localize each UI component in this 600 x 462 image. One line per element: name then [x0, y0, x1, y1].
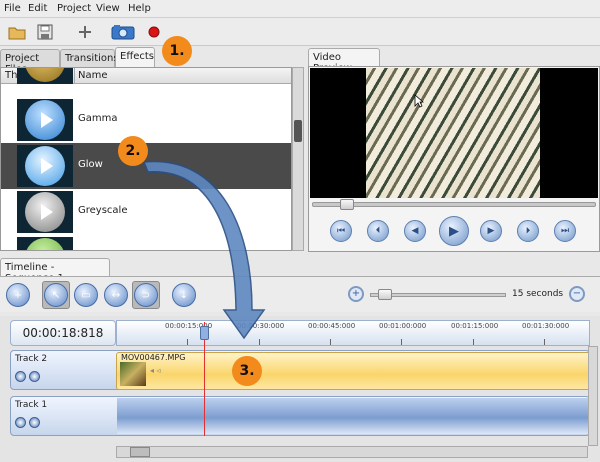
track-name: Track 1: [15, 400, 48, 410]
play-button[interactable]: ▶: [439, 216, 469, 246]
list-item[interactable]: [1, 68, 291, 86]
menu-view[interactable]: View: [96, 3, 120, 14]
timeline-horizontal-scrollbar[interactable]: [116, 446, 588, 458]
main-toolbar: [0, 18, 600, 46]
play-orb-icon: [25, 146, 65, 186]
prev-marker-button[interactable]: ⏴: [367, 220, 389, 242]
play-orb-icon: [25, 100, 65, 140]
tab-project-files[interactable]: Project Files: [0, 49, 60, 75]
rewind-button[interactable]: ◀: [404, 220, 426, 242]
timeline-vertical-scrollbar[interactable]: [588, 346, 598, 446]
menu-file[interactable]: File: [4, 3, 21, 14]
next-marker-button[interactable]: ⏵: [517, 220, 539, 242]
video-frame: [366, 68, 540, 198]
track-audio-icon[interactable]: [29, 371, 40, 382]
ruler-label: 00:01:00:000: [379, 322, 427, 330]
track-lane[interactable]: [117, 398, 589, 434]
effect-name: Greyscale: [78, 205, 128, 216]
menu-bar: File Edit Project View Help: [0, 0, 600, 18]
callout-1: 1.: [162, 36, 192, 66]
track-1[interactable]: Track 1: [10, 396, 590, 436]
arrow-icon[interactable]: ↖: [44, 283, 68, 307]
list-item[interactable]: Gamma: [1, 97, 291, 143]
jump-start-button[interactable]: ⏮: [330, 220, 352, 242]
ruler-label: 00:01:30:000: [522, 322, 570, 330]
effect-orb-icon: [25, 238, 65, 250]
effect-thumbnail: [17, 191, 73, 233]
menu-project[interactable]: Project: [57, 3, 91, 14]
effect-orb-icon: [25, 68, 65, 82]
list-scrollbar[interactable]: [292, 67, 304, 251]
effect-thumbnail: [17, 145, 73, 187]
open-icon[interactable]: [6, 21, 28, 43]
drag-arrow: [142, 160, 266, 340]
clip-audio-icon[interactable]: ◂ ◃: [150, 366, 161, 375]
preview-seek-handle[interactable]: [340, 199, 354, 210]
ruler-label: 00:01:15:000: [451, 322, 499, 330]
zoom-slider-handle[interactable]: [378, 289, 392, 300]
zoom-out-icon[interactable]: −: [569, 286, 585, 302]
tab-timeline[interactable]: Timeline - Sequence 1: [0, 258, 110, 284]
jump-end-button[interactable]: ⏭: [554, 220, 576, 242]
save-icon[interactable]: [34, 21, 56, 43]
effect-name: Glow: [78, 159, 103, 170]
effect-thumbnail: [17, 68, 73, 84]
clip-thumbnail: [120, 362, 146, 386]
ruler-tick: [401, 339, 402, 345]
menu-help[interactable]: Help: [128, 3, 151, 14]
callout-3: 3.: [232, 356, 262, 386]
preview-seek-slider[interactable]: [312, 202, 596, 207]
tab-video-preview[interactable]: Video Preview: [308, 48, 380, 74]
tab-transitions[interactable]: Transitions: [60, 49, 119, 67]
track-audio-icon[interactable]: [29, 417, 40, 428]
timeline-toolbar: + ↖ ▭ ↔ ⊃ ↓: [0, 276, 600, 312]
add-icon[interactable]: [74, 21, 96, 43]
fast-forward-button[interactable]: ▶: [480, 220, 502, 242]
menu-edit[interactable]: Edit: [28, 3, 47, 14]
zoom-in-icon[interactable]: +: [348, 286, 364, 302]
add-track-icon[interactable]: +: [6, 283, 30, 307]
mouse-cursor-icon: [414, 94, 425, 111]
ruler-label: 00:00:45:000: [308, 322, 356, 330]
ruler-tick: [473, 339, 474, 345]
ruler-tick: [330, 339, 331, 345]
track-visible-icon[interactable]: [15, 417, 26, 428]
resize-icon[interactable]: ↔: [104, 283, 128, 307]
timecode-display: 00:00:18:818: [10, 320, 116, 346]
video-clip[interactable]: [116, 352, 592, 390]
scrollbar-thumb[interactable]: [130, 447, 150, 457]
effect-name: Gamma: [78, 113, 118, 124]
ruler-tick: [544, 339, 545, 345]
play-orb-icon: [25, 192, 65, 232]
zoom-label: 15 seconds: [512, 289, 564, 299]
clip-name: MOV00467.MPG: [121, 353, 186, 362]
callout-2: 2.: [118, 136, 148, 166]
record-icon[interactable]: [143, 21, 165, 43]
track-visible-icon[interactable]: [15, 371, 26, 382]
tab-effects[interactable]: Effects: [115, 47, 155, 67]
effect-thumbnail: [17, 99, 73, 141]
camera-icon[interactable]: [110, 21, 136, 43]
scrollbar-thumb[interactable]: [294, 120, 302, 142]
effect-thumbnail: [17, 237, 73, 250]
track-name: Track 2: [15, 354, 48, 364]
razor-icon[interactable]: ▭: [74, 283, 98, 307]
